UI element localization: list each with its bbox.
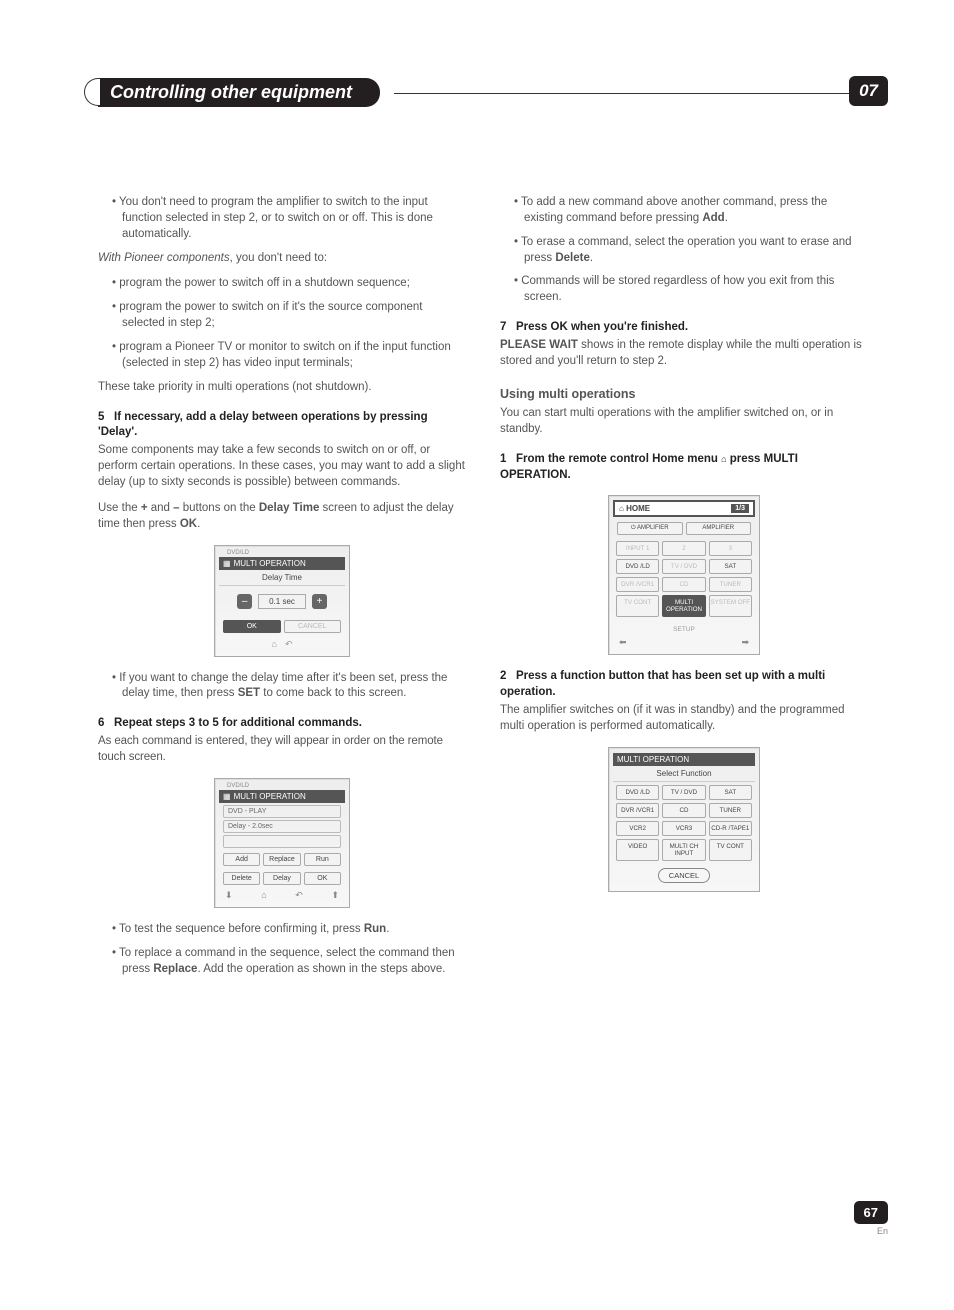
step-6-heading: 6 Repeat steps 3 to 5 for additional com… [98, 716, 466, 732]
cancel-pill: CANCEL [658, 868, 710, 883]
delay-value: 0.1 sec [258, 594, 306, 609]
multi-operation-button: MULTI OPERATION [662, 595, 705, 617]
step-7-heading: 7 Press OK when you're finished. [500, 320, 868, 336]
step-5-body: Some components may take a few seconds t… [98, 443, 466, 491]
chapter-number-badge: 07 [849, 76, 888, 106]
minus-button: – [237, 594, 252, 609]
ok-button: OK [223, 620, 281, 633]
pioneer-bullet-3: program a Pioneer TV or monitor to switc… [112, 340, 466, 372]
cancel-button: CANCEL [284, 620, 342, 633]
right-arrow-icon: ➡ [741, 637, 749, 648]
chapter-title: Controlling other equipment [98, 78, 380, 107]
using-multi-heading: Using multi operations [500, 386, 868, 403]
pioneer-bullet-1: program the power to switch off in a shu… [112, 276, 466, 292]
delay-instruction: Use the + and – buttons on the Delay Tim… [98, 501, 466, 533]
add-button: Add [223, 853, 260, 866]
erase-bullet: To erase a command, select the operation… [514, 235, 868, 267]
back-icon: ↶ [295, 890, 303, 901]
home-icon: ⌂ [261, 890, 266, 900]
remote-mock-command-list: DVD/LD ▦MULTI OPERATION DVD - PLAY Delay… [214, 778, 350, 908]
intro-bullet: You don't need to program the amplifier … [112, 195, 466, 243]
left-arrow-icon: ⬅ [619, 637, 627, 648]
back-icon: ↶ [285, 639, 293, 650]
replace-bullet: To replace a command in the sequence, se… [112, 946, 466, 978]
step-2-body: The amplifier switches on (if it was in … [500, 703, 868, 735]
change-delay-bullet: If you want to change the delay time aft… [112, 671, 466, 703]
step-1-heading: 1 From the remote control Home menu ⌂ pr… [500, 452, 868, 484]
right-column: To add a new command above another comma… [500, 195, 868, 985]
run-button: Run [304, 853, 341, 866]
priority-note: These take priority in multi operations … [98, 380, 466, 396]
home-icon: ⌂ [619, 504, 624, 513]
step-6-body: As each command is entered, they will ap… [98, 734, 466, 766]
using-multi-body: You can start multi operations with the … [500, 406, 868, 438]
up-arrow-icon: ⬆ [331, 890, 339, 901]
run-bullet: To test the sequence before confirming i… [112, 922, 466, 938]
remote-mock-select-function: MULTI OPERATION Select Function DVD /LDT… [608, 747, 760, 892]
pioneer-bullet-2: program the power to switch on if it's t… [112, 300, 466, 332]
home-icon: ⌂ [272, 639, 277, 650]
page-number: 67 En [854, 1201, 888, 1236]
remote-mock-home: ⌂ HOME1/3 ⏻ AMPLIFIER AMPLIFIER INPUT 12… [608, 495, 760, 655]
remote-mock-delay-time: DVD/LD ▦MULTI OPERATION Delay Time – 0.1… [214, 545, 350, 657]
delay-button: Delay [263, 872, 300, 885]
left-column: You don't need to program the amplifier … [98, 195, 466, 985]
plus-button: + [312, 594, 327, 609]
step-7-body: PLEASE WAIT shows in the remote display … [500, 338, 868, 370]
step-5-heading: 5 If necessary, add a delay between oper… [98, 410, 466, 442]
with-pioneer-intro: With Pioneer components, you don't need … [98, 251, 466, 267]
ok-button-2: OK [304, 872, 341, 885]
add-bullet: To add a new command above another comma… [514, 195, 868, 227]
step-2-heading: 2 Press a function button that has been … [500, 669, 868, 701]
delete-button: Delete [223, 872, 260, 885]
down-arrow-icon: ⬇ [225, 890, 233, 901]
stored-bullet: Commands will be stored regardless of ho… [514, 274, 868, 306]
replace-button: Replace [263, 853, 300, 866]
chapter-header: Controlling other equipment 07 [98, 78, 868, 107]
